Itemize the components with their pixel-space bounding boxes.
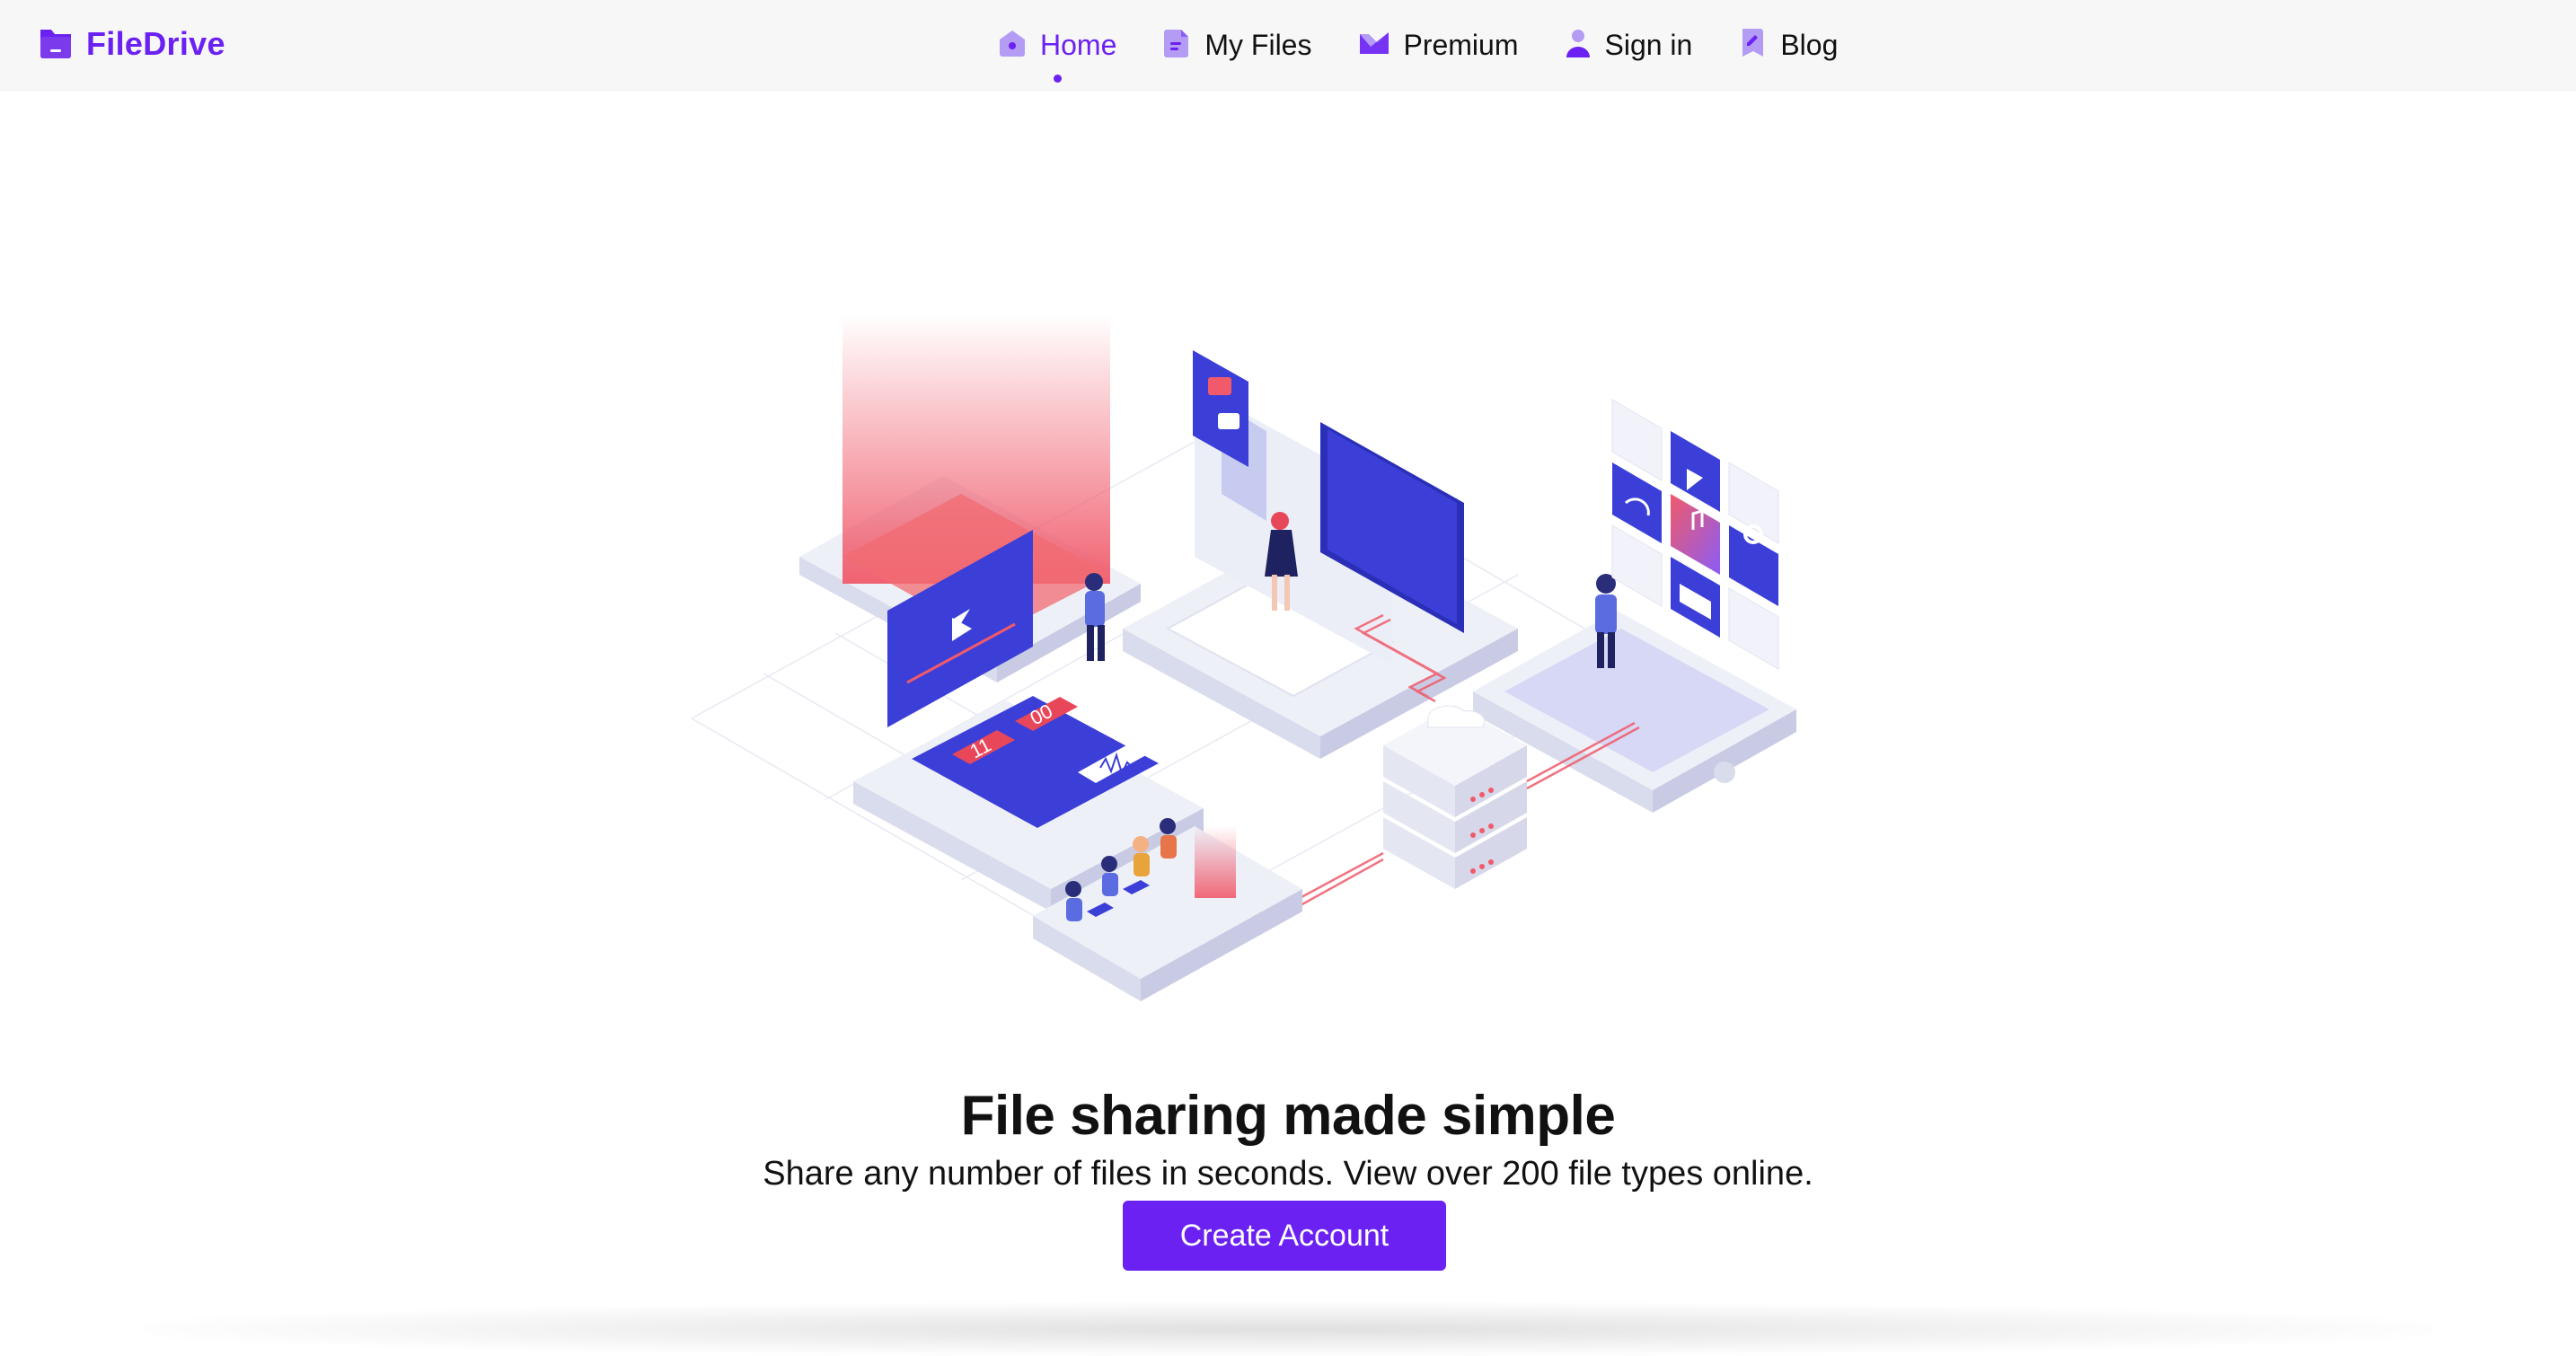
folder-icon bbox=[38, 24, 74, 65]
user-icon bbox=[1565, 27, 1592, 64]
nav-item-sign-in[interactable]: Sign in bbox=[1565, 0, 1692, 90]
hero-subheadline: Share any number of files in seconds. Vi… bbox=[763, 1155, 1813, 1193]
nav-label-blog: Blog bbox=[1780, 28, 1839, 61]
brand-name: FileDrive bbox=[86, 25, 225, 62]
nav-item-premium[interactable]: Premium bbox=[1358, 0, 1518, 90]
nav-label-sign-in: Sign in bbox=[1604, 28, 1693, 61]
brand-logo-link[interactable]: FileDrive bbox=[38, 20, 225, 68]
top-navigation-bar: FileDrive Home My Files Premium Sign in … bbox=[0, 0, 2576, 91]
bookmark-icon bbox=[1739, 27, 1768, 64]
nav-label-premium: Premium bbox=[1403, 28, 1519, 61]
nav-item-home[interactable]: Home bbox=[997, 0, 1116, 90]
nav-label-my-files: My Files bbox=[1204, 28, 1312, 61]
home-icon bbox=[997, 28, 1028, 63]
isometric-file-sharing-illustration: 11 00 bbox=[691, 314, 1823, 1033]
main-nav: Home My Files Premium Sign in Blog bbox=[997, 0, 1838, 90]
create-account-button[interactable]: Create Account bbox=[1123, 1201, 1446, 1271]
file-icon bbox=[1163, 28, 1192, 63]
hero-headline: File sharing made simple bbox=[960, 1084, 1616, 1147]
nav-item-blog[interactable]: Blog bbox=[1739, 0, 1838, 90]
crown-icon bbox=[1358, 29, 1390, 62]
nav-item-my-files[interactable]: My Files bbox=[1163, 0, 1311, 90]
nav-label-home: Home bbox=[1040, 28, 1117, 61]
active-indicator bbox=[1053, 75, 1062, 83]
section-divider-shadow bbox=[144, 1302, 2432, 1356]
